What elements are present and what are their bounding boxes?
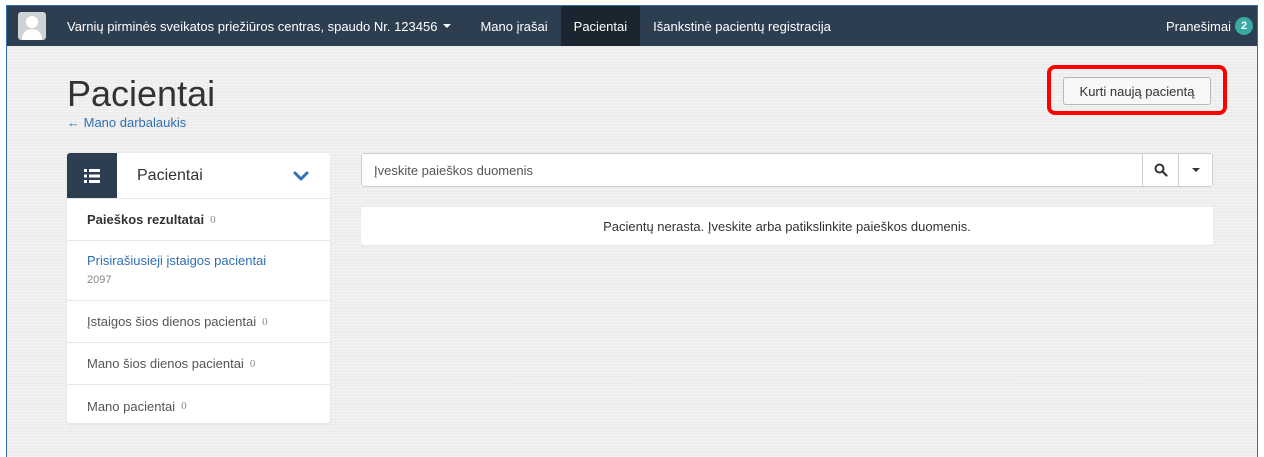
sidebar-item-search-results[interactable]: Paieškos rezultatai 0 — [67, 199, 330, 241]
sidebar-item-institution-today[interactable]: Įstaigos šios dienos pacientai 0 — [67, 301, 330, 343]
sidebar-item-count: 0 — [210, 213, 216, 226]
sidebar-item-label: Įstaigos šios dienos pacientai — [87, 314, 257, 329]
search-options-dropdown[interactable] — [1178, 154, 1212, 186]
institution-name: Varnių pirminės sveikatos priežiūros cen… — [67, 18, 438, 34]
sidebar-title: Pacientai — [137, 166, 203, 184]
sidebar-item-label: Paieškos rezultatai — [87, 212, 205, 227]
caret-down-icon — [1191, 168, 1200, 172]
nav-my-records-label: Mano įrašai — [480, 18, 548, 34]
search-button[interactable] — [1142, 154, 1178, 186]
results-message-panel: Pacientų nerasta. Įveskite arba patiksli… — [361, 207, 1213, 245]
back-to-dashboard-link[interactable]: ← Mano darbalaukis — [67, 115, 186, 130]
search-icon — [1154, 163, 1168, 177]
caret-down-icon — [443, 24, 452, 28]
sidebar-item-label: Prisirašiusieji įstaigos pacientai — [87, 253, 267, 268]
patients-sidebar: Pacientai Paieškos rezultatai 0 Prisiraš… — [67, 153, 330, 423]
notifications-link[interactable]: Pranešimai 2 — [1166, 17, 1257, 35]
sidebar-item-label: Mano šios dienos pacientai — [87, 356, 244, 371]
chevron-down-icon — [286, 171, 316, 181]
list-icon — [67, 153, 117, 198]
sidebar-item-registered-patients[interactable]: Prisirašiusieji įstaigos pacientai 2097 — [67, 241, 330, 301]
sidebar-item-my-today[interactable]: Mano šios dienos pacientai 0 — [67, 343, 330, 385]
institution-dropdown[interactable]: Varnių pirminės sveikatos priežiūros cen… — [67, 6, 467, 46]
sidebar-header-toggle[interactable]: Pacientai — [67, 153, 330, 199]
user-avatar-icon[interactable] — [18, 12, 46, 40]
nav-pre-registration-label: Išankstinė pacientų registracija — [653, 18, 831, 34]
search-input[interactable] — [362, 154, 1142, 186]
app-frame: Varnių pirminės sveikatos priežiūros cen… — [6, 5, 1258, 457]
search-bar — [361, 153, 1213, 187]
sidebar-item-my-patients[interactable]: Mano pacientai 0 — [67, 385, 330, 427]
nav-patients-label: Pacientai — [573, 18, 628, 34]
notifications-count-badge: 2 — [1235, 17, 1253, 35]
sidebar-item-count: 0 — [181, 400, 187, 412]
page-title: Pacientai — [67, 73, 216, 114]
nav-pre-registration[interactable]: Išankstinė pacientų registracija — [640, 6, 844, 46]
no-results-message: Pacientų nerasta. Įveskite arba patiksli… — [603, 218, 971, 234]
nav-patients[interactable]: Pacientai — [560, 6, 641, 46]
create-patient-button[interactable]: Kurti naują pacientą — [1063, 77, 1211, 105]
top-navbar: Varnių pirminės sveikatos priežiūros cen… — [7, 6, 1257, 46]
sidebar-item-count: 2097 — [87, 274, 112, 286]
sidebar-item-label: Mano pacientai — [87, 398, 176, 414]
sidebar-item-count: 0 — [262, 315, 268, 328]
sidebar-item-count: 0 — [249, 357, 256, 370]
notifications-label: Pranešimai — [1165, 18, 1231, 34]
nav-my-records[interactable]: Mano įrašai — [467, 6, 560, 46]
